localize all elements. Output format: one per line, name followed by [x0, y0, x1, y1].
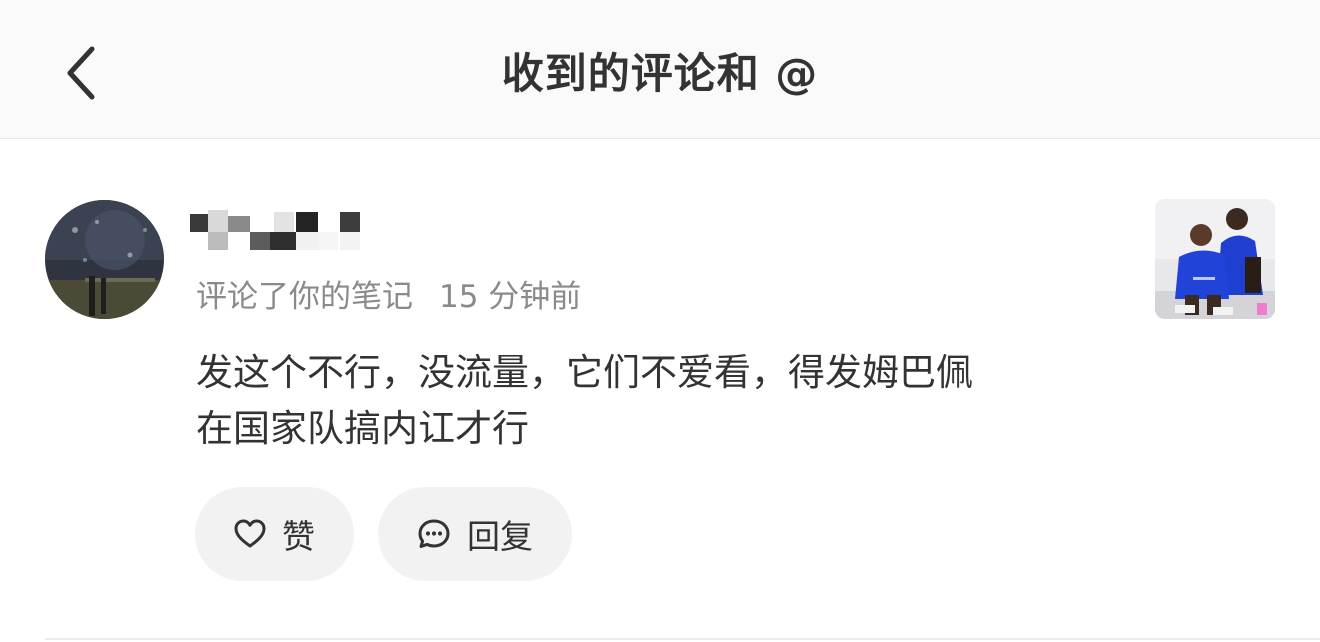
- comment-line: 发这个不行，没流量，它们不爱看，得发姆巴佩: [196, 351, 973, 394]
- note-thumbnail[interactable]: [1155, 199, 1275, 319]
- comment-text[interactable]: 发这个不行，没流量，它们不爱看，得发姆巴佩 在国家队搞内讧才行: [196, 345, 1096, 457]
- like-button[interactable]: 赞: [195, 487, 354, 581]
- speech-bubble-dots-icon: [417, 518, 451, 550]
- avatar[interactable]: [45, 200, 164, 319]
- comment-line: 在国家队搞内讧才行: [196, 407, 529, 450]
- top-nav-bar: 收到的评论和 @: [0, 0, 1320, 139]
- username-pixelated[interactable]: [190, 210, 362, 252]
- page-title: 收到的评论和 @: [501, 49, 819, 98]
- divider: [45, 638, 1320, 640]
- timestamp: 15 分钟前: [439, 279, 582, 315]
- like-label: 赞: [282, 517, 315, 556]
- notification-meta: 评论了你的笔记 15 分钟前: [196, 274, 581, 320]
- action-text: 评论了你的笔记: [196, 279, 413, 315]
- reply-button[interactable]: 回复: [378, 487, 572, 581]
- reply-label: 回复: [467, 517, 533, 556]
- heart-outline-icon: [234, 519, 266, 549]
